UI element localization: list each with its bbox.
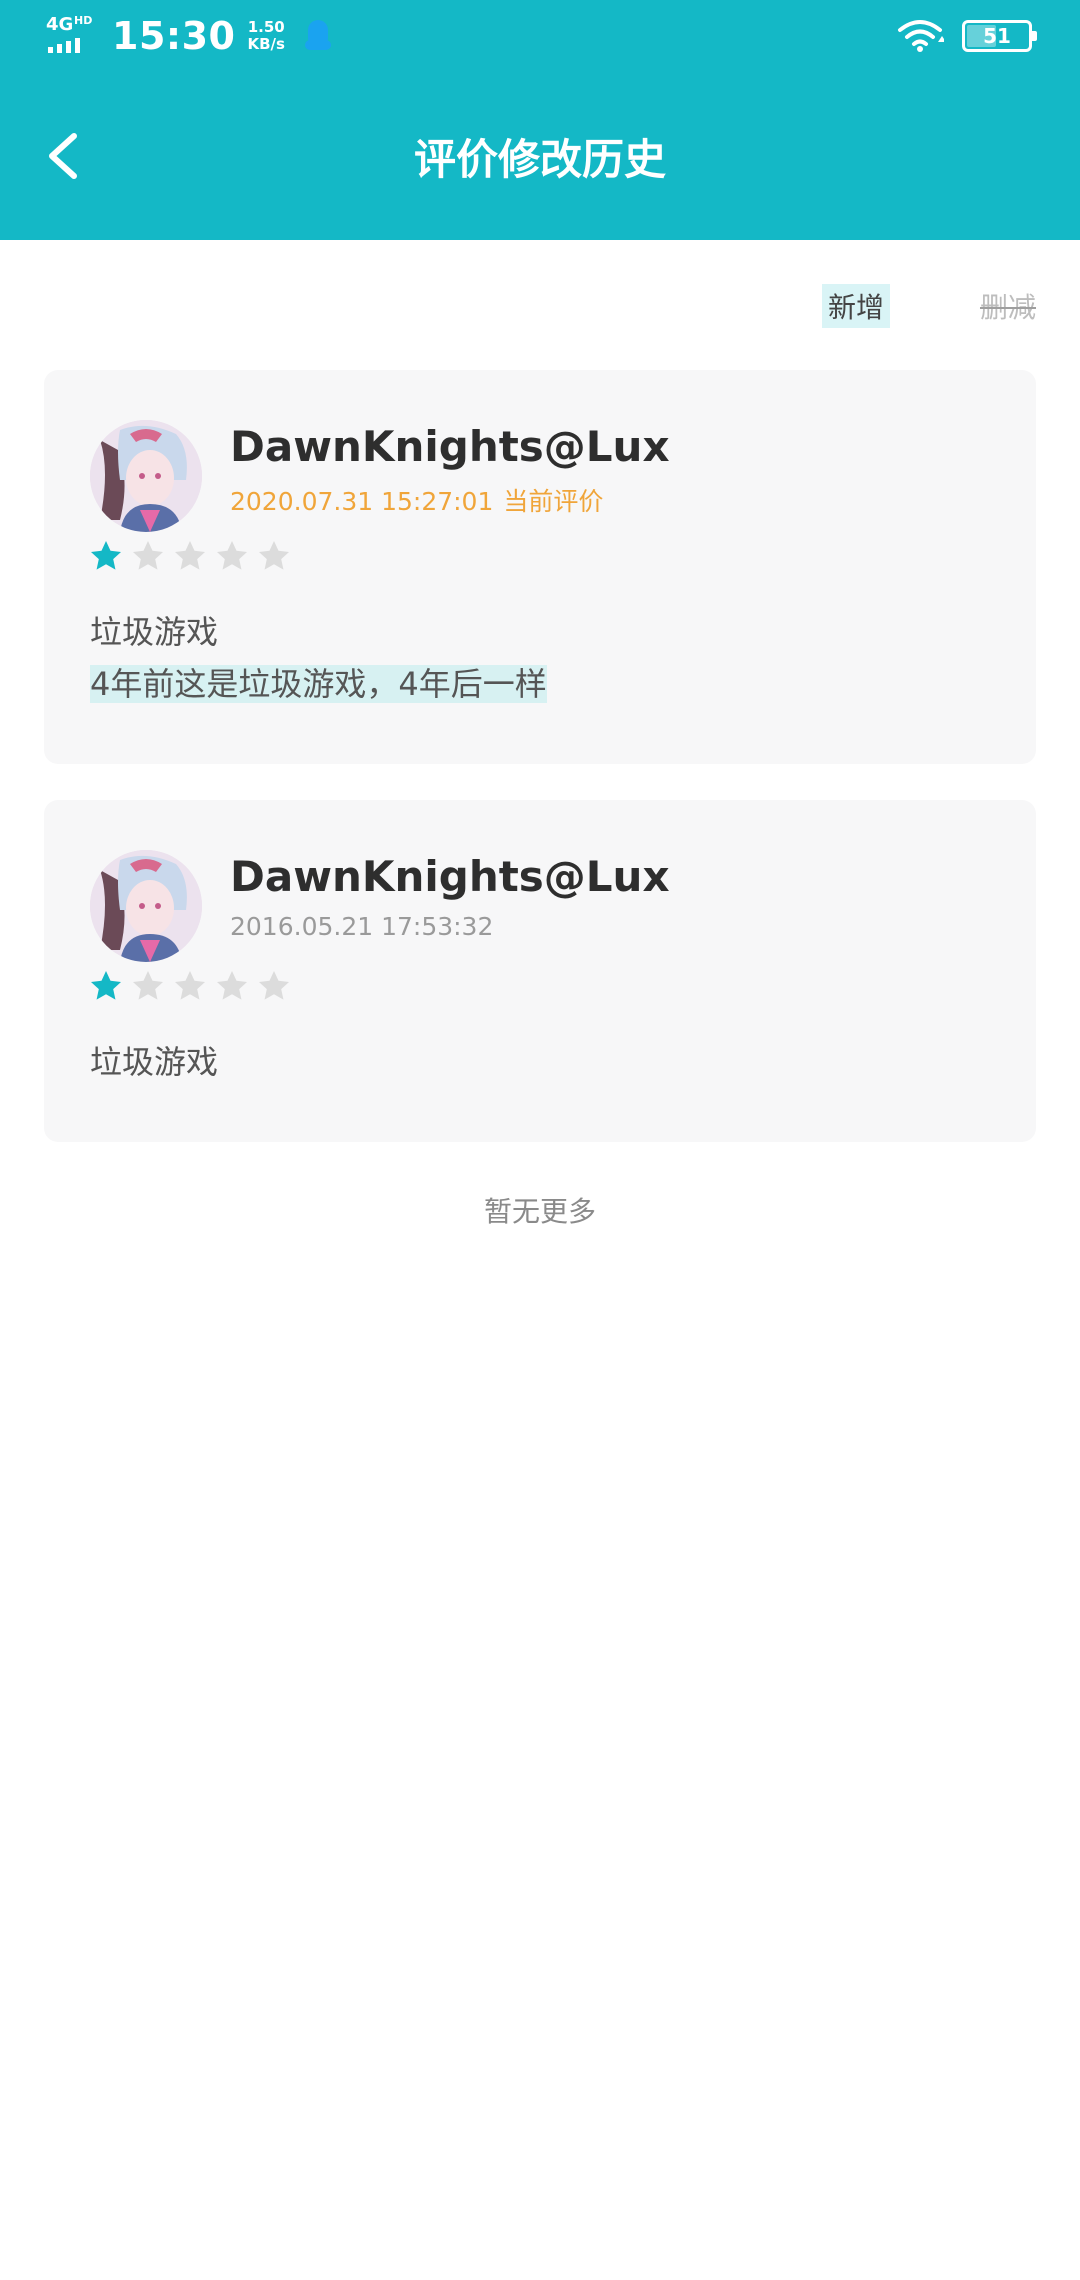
username: DawnKnights@Lux: [230, 852, 670, 901]
added-text: 4年前这是垃圾游戏，4年后一样: [90, 665, 547, 703]
diff-legend: 新增 删减: [821, 284, 1036, 328]
review-text-line: 垃圾游戏: [90, 1043, 219, 1081]
network-type: 4G: [46, 14, 74, 35]
star-rating: [88, 968, 292, 1004]
star-rating: [88, 538, 292, 574]
review-card: DawnKnights@Lux 2020.07.31 15:27:01 当前评价 …: [44, 370, 1036, 764]
wifi-icon: [898, 20, 944, 52]
qq-notification-icon: [304, 20, 331, 52]
status-time: 15:30: [112, 14, 236, 58]
review-content: 垃圾游戏 4年前这是垃圾游戏，4年后一样: [90, 606, 547, 710]
battery-icon: 51: [962, 20, 1037, 52]
star-icon: [175, 971, 205, 1000]
status-right: 51: [896, 18, 1037, 54]
avatar[interactable]: [90, 850, 202, 962]
status-bar: 4G HD 15:30 1.50 KB/s 51: [0, 0, 1080, 72]
legend-added: 新增: [821, 284, 890, 328]
review-timestamp: 2016.05.21 17:53:32: [230, 912, 494, 941]
battery-level: 51: [983, 24, 1011, 48]
status-left: 4G HD 15:30 1.50 KB/s: [46, 14, 331, 58]
signal-icon: 4G HD: [46, 14, 98, 56]
speed-unit: KB/s: [247, 35, 285, 53]
network-speed: 1.50 KB/s: [247, 19, 284, 53]
star-icon: [133, 541, 163, 570]
network-badge: HD: [74, 14, 93, 27]
review-content: 垃圾游戏: [90, 1036, 218, 1088]
star-icon: [259, 971, 289, 1000]
no-more-text: 暂无更多: [483, 1195, 596, 1228]
star-icon: [175, 541, 205, 570]
star-icon: [91, 541, 121, 570]
review-timestamp: 2020.07.31 15:27:01: [230, 487, 494, 516]
star-icon: [217, 541, 247, 570]
review-text-line: 垃圾游戏: [90, 613, 219, 651]
star-icon: [217, 971, 247, 1000]
current-review-tag: 当前评价: [503, 487, 604, 516]
speed-value: 1.50: [247, 18, 285, 36]
review-date: 2020.07.31 15:27:01 当前评价: [230, 482, 603, 518]
legend-removed: 删减: [979, 291, 1036, 324]
avatar[interactable]: [90, 420, 202, 532]
app-header: 4G HD 15:30 1.50 KB/s 51 评价修改历史: [0, 0, 1080, 240]
star-icon: [91, 971, 121, 1000]
review-card: DawnKnights@Lux 2016.05.21 17:53:32 垃圾游戏: [44, 800, 1036, 1142]
page-title: 评价修改历史: [413, 135, 666, 184]
star-icon: [133, 971, 163, 1000]
username: DawnKnights@Lux: [230, 422, 670, 471]
review-date: 2016.05.21 17:53:32: [230, 912, 493, 941]
star-icon: [259, 541, 289, 570]
